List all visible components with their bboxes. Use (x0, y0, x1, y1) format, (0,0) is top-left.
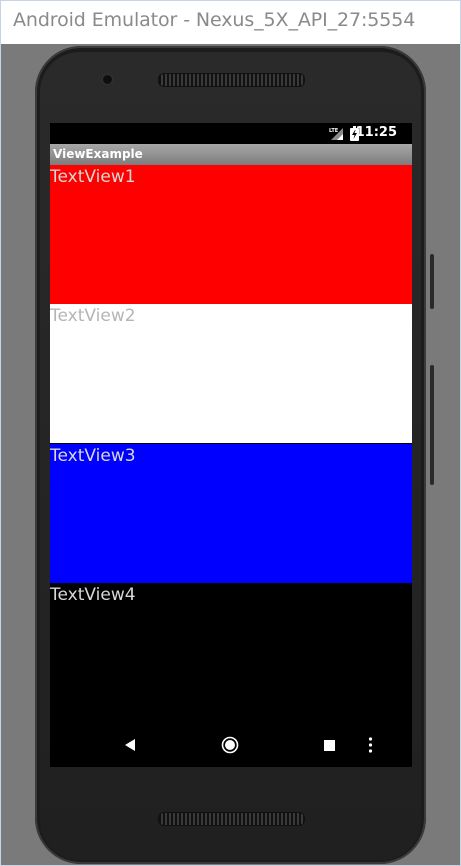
device-screen[interactable]: LTE 11:25 ViewExample TextView1 TextView… (50, 123, 412, 767)
status-time: 11:25 (355, 125, 397, 140)
action-bar: ViewExample (50, 144, 412, 165)
window-titlebar[interactable]: Android Emulator - Nexus_5X_API_27:5554 (1, 1, 460, 44)
home-icon[interactable] (221, 736, 239, 754)
app-title: ViewExample (53, 147, 143, 161)
window-title: Android Emulator - Nexus_5X_API_27:5554 (13, 9, 416, 31)
text-view-4: TextView4 (50, 583, 412, 722)
bottom-speaker (158, 812, 305, 826)
text-view-2: TextView2 (50, 304, 412, 443)
earpiece-speaker (158, 73, 305, 87)
lte-signal-icon: LTE (329, 128, 343, 140)
back-icon[interactable] (124, 738, 136, 752)
text-view-4-label: TextView4 (50, 585, 136, 605)
text-view-1-label: TextView1 (50, 167, 136, 187)
text-view-3: TextView3 (50, 444, 412, 583)
power-button[interactable] (430, 254, 434, 309)
status-bar: LTE 11:25 (50, 123, 412, 144)
menu-dots-icon[interactable] (368, 737, 373, 753)
front-camera (102, 74, 113, 85)
text-view-1: TextView1 (50, 165, 412, 304)
volume-button[interactable] (430, 365, 434, 485)
text-view-3-label: TextView3 (50, 446, 136, 466)
svg-text:LTE: LTE (329, 128, 339, 134)
navigation-bar (50, 723, 412, 767)
recents-icon[interactable] (324, 740, 335, 751)
text-view-2-label: TextView2 (50, 306, 136, 326)
